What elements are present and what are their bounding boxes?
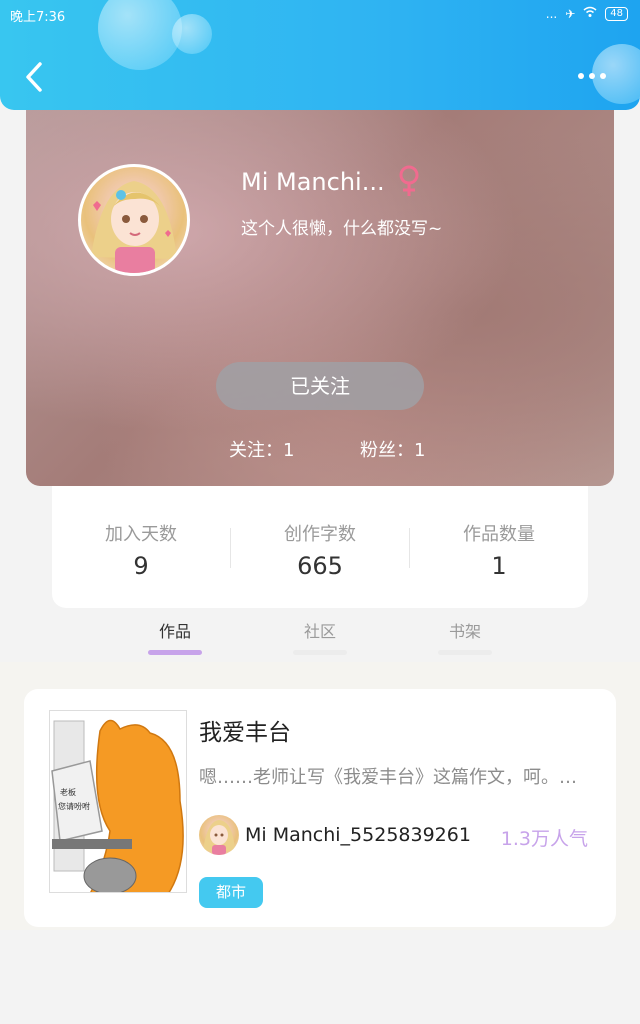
stat-value: 9 <box>133 552 149 580</box>
tab-works-indicator <box>148 650 202 655</box>
chevron-left-icon <box>26 62 42 92</box>
genre-tag[interactable]: 都市 <box>199 877 263 908</box>
followers-count[interactable]: 粉丝：1 <box>360 436 425 462</box>
profile-bio: 这个人很懒，什么都没写~ <box>241 219 443 239</box>
more-horizontal-icon <box>578 73 584 79</box>
stat-value: 665 <box>297 552 343 580</box>
anime-avatar-image <box>91 181 177 273</box>
stat-label: 加入天数 <box>105 524 177 545</box>
popularity-count: 1.3万人气 <box>500 828 588 850</box>
profile-card: Mi Manchi... 这个人很懒，什么都没写~ 已关注 关注：1 粉丝：1 <box>26 96 614 486</box>
status-bar: 晚上7:36 ... ✈ 48 <box>0 0 640 28</box>
stat-label: 创作字数 <box>284 524 356 545</box>
stat-days-joined: 加入天数 9 <box>52 520 230 580</box>
work-description: 嗯……老师让写《我爱丰台》这篇作文，呵。… <box>199 767 577 788</box>
author-avatar <box>199 815 239 855</box>
works-list: 老板 您请吩咐 我爱丰台 嗯……老师让写《我爱丰台》这篇作文，呵。… Mi Ma… <box>0 662 640 930</box>
tab-works[interactable]: 作品 <box>135 618 215 642</box>
more-button[interactable] <box>578 66 612 86</box>
work-title: 我爱丰台 <box>199 720 291 746</box>
status-icons: ... ✈ 48 <box>546 6 628 21</box>
female-symbol-icon <box>399 165 419 196</box>
profile-avatar[interactable] <box>78 164 190 276</box>
profile-username: Mi Manchi... <box>241 168 385 196</box>
followed-button[interactable]: 已关注 <box>216 362 424 410</box>
stats-card: 加入天数 9 创作字数 665 作品数量 1 <box>52 486 588 608</box>
stat-label: 作品数量 <box>463 524 535 545</box>
following-count[interactable]: 关注：1 <box>229 436 294 462</box>
cover-text-line1: 老板 <box>60 787 76 797</box>
tab-bookshelf[interactable]: 书架 <box>425 618 505 642</box>
stat-value: 1 <box>491 552 507 580</box>
airplane-icon: ✈ <box>565 6 576 21</box>
author-name: Mi Manchi_5525839261 <box>245 824 471 846</box>
anime-avatar-small-image <box>203 820 235 855</box>
status-time: 晚上7:36 <box>10 10 66 25</box>
tab-bookshelf-indicator <box>438 650 492 655</box>
tab-community[interactable]: 社区 <box>280 618 360 642</box>
signal-dots-icon: ... <box>545 6 558 21</box>
cover-text-line2: 您请吩咐 <box>58 801 90 811</box>
cartoon-cat-cover-image: 老板 您请吩咐 <box>50 711 186 892</box>
top-header: 晚上7:36 ... ✈ 48 <box>0 0 640 110</box>
back-button[interactable] <box>22 60 50 94</box>
stat-work-count: 作品数量 1 <box>410 520 588 580</box>
battery-icon: 48 <box>605 6 628 21</box>
stat-word-count: 创作字数 665 <box>231 520 409 580</box>
tab-community-indicator <box>293 650 347 655</box>
wifi-icon <box>583 6 597 21</box>
work-card[interactable]: 老板 您请吩咐 我爱丰台 嗯……老师让写《我爱丰台》这篇作文，呵。… Mi Ma… <box>24 689 616 927</box>
work-cover[interactable]: 老板 您请吩咐 <box>49 710 187 893</box>
